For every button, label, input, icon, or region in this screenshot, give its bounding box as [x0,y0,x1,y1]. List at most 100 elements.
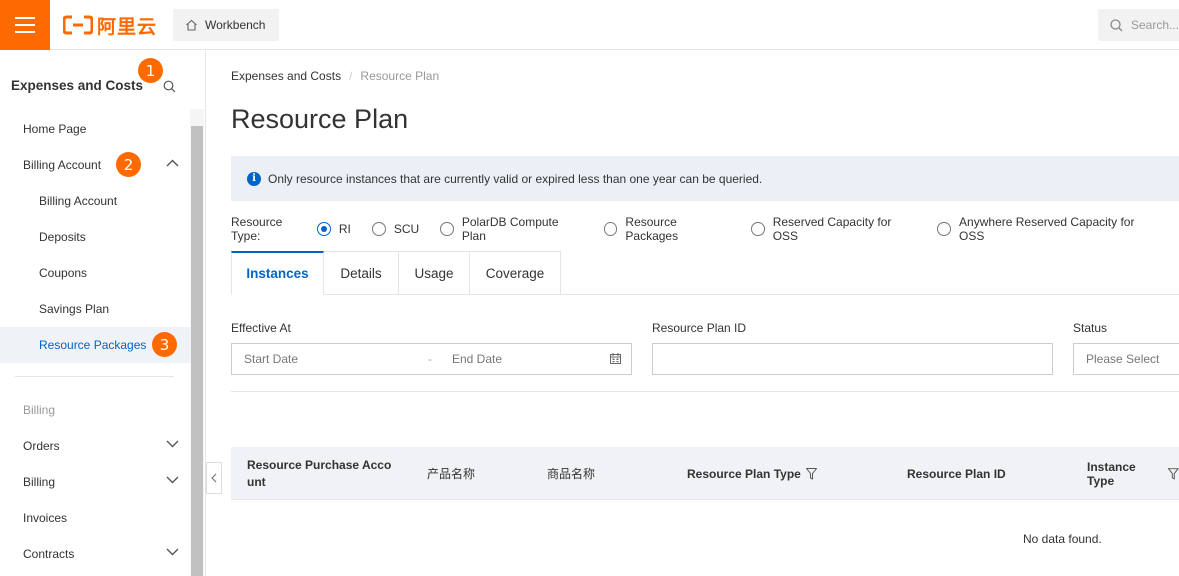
sidebar-section-label: Billing [23,403,56,417]
sidebar-item-contracts[interactable]: Contracts [0,536,190,572]
status-select[interactable]: Please Select [1073,343,1179,375]
sidebar-collapse-button[interactable] [206,462,222,494]
sidebar-item-label: Contracts [23,547,75,561]
radio-label: Anywhere Reserved Capacity for OSS [959,215,1135,243]
date-range-separator: - [428,352,432,366]
column-label: Resource Purchase Account [247,457,392,489]
sidebar-item-billing[interactable]: Billing [0,464,190,500]
column-resource-plan-id: Resource Plan ID [907,447,1006,500]
info-notice: i Only resource instances that are curre… [231,156,1179,201]
effective-at-label: Effective At [231,321,291,335]
radio-scu[interactable]: SCU [371,222,419,236]
end-date-placeholder: End Date [452,352,503,366]
sidebar-item-label: Coupons [39,266,88,280]
info-icon: i [247,171,261,186]
resource-type-label: Resource Type: [231,215,283,243]
table-header: Resource Purchase Account 产品名称 商品名称 Reso… [231,447,1179,500]
chevron-up-icon [166,159,179,167]
sidebar: Expenses and Costs Home Page Billing Acc… [0,51,206,576]
status-label: Status [1073,321,1108,335]
workbench-label: Workbench [205,18,266,32]
sidebar-title: Expenses and Costs [11,78,144,93]
effective-at-date-range[interactable]: Start Date - End Date [231,343,632,375]
empty-table-message: No data found. [1023,532,1102,546]
global-search-input[interactable]: Search... [1098,9,1179,41]
column-label: 产品名称 [427,467,476,481]
radio-reserved-capacity-oss[interactable]: Reserved Capacity for OSS [751,215,916,243]
tab-instances[interactable]: Instances [231,251,324,295]
filter-divider [231,391,1179,392]
radio-ri[interactable]: RI [316,222,351,236]
filter-icon[interactable] [1168,467,1179,480]
radio-checked-icon [316,222,331,236]
column-label: Resource Plan ID [907,466,1006,481]
column-label: Instance Type [1087,459,1136,488]
chevron-down-icon [166,440,179,448]
column-commodity-name: 商品名称 [547,447,595,500]
calendar-icon [610,353,621,364]
sidebar-item-savings-plan[interactable]: Savings Plan [0,291,190,327]
sidebar-item-label: Resource Packages [39,338,147,352]
chevron-left-icon [211,473,217,483]
sidebar-item-billing-account[interactable]: Billing Account [0,147,190,183]
sidebar-item-billing-account-sub[interactable]: Billing Account [0,183,190,219]
column-label: Resource Plan Type [687,466,801,481]
sidebar-item-coupons[interactable]: Coupons [0,255,190,291]
tab-usage[interactable]: Usage [399,251,470,295]
radio-label: Resource Packages [625,215,679,243]
start-date-placeholder: Start Date [244,352,299,366]
resource-type-selector: Resource Type: RI SCU PolarDB Compute Pl… [231,215,1179,243]
sidebar-item-deposits[interactable]: Deposits [0,219,190,255]
column-resource-plan-type: Resource Plan Type [687,447,817,500]
chevron-down-icon [166,476,179,484]
sidebar-item-label: Savings Plan [39,302,110,316]
hamburger-menu-icon[interactable] [0,0,50,50]
sidebar-scrollbar-thumb[interactable] [191,126,203,576]
tab-bar-divider [561,294,1179,295]
radio-label: Reserved Capacity for OSS [772,215,892,243]
sidebar-item-label: Invoices [23,511,68,525]
radio-resource-packages[interactable]: Resource Packages [603,215,730,243]
radio-label: PolarDB Compute Plan [461,215,559,243]
sidebar-section-billing: Billing [0,392,190,428]
filter-icon[interactable] [805,467,817,480]
radio-polardb-compute-plan[interactable]: PolarDB Compute Plan [440,215,583,243]
aliyun-logo-icon [63,15,93,35]
step-badge-3: 3 [152,332,177,357]
resource-plan-id-input[interactable] [652,343,1053,375]
search-placeholder: Search... [1131,18,1179,32]
radio-unchecked-icon [751,222,765,236]
radio-label: RI [338,222,351,236]
column-instance-type: Instance Type [1087,447,1179,500]
radio-unchecked-icon [371,222,386,236]
page-title: Resource Plan [231,104,409,134]
radio-anywhere-reserved-capacity-oss[interactable]: Anywhere Reserved Capacity for OSS [937,215,1158,243]
step-badge-1: 1 [138,58,163,83]
column-label: 商品名称 [547,467,596,481]
sidebar-divider [15,376,174,377]
chevron-down-icon [166,548,179,556]
sidebar-item-orders[interactable]: Orders [0,428,190,464]
breadcrumb-parent[interactable]: Expenses and Costs [231,69,341,83]
radio-unchecked-icon [603,222,618,236]
workbench-button[interactable]: Workbench [173,9,279,41]
sidebar-item-home[interactable]: Home Page [0,111,190,147]
resource-plan-id-label: Resource Plan ID [652,321,747,335]
sidebar-item-label: Orders [23,439,60,453]
breadcrumb-separator: / [349,69,353,83]
home-icon [186,19,197,31]
sidebar-search-icon[interactable] [163,80,176,93]
tab-details[interactable]: Details [324,251,399,295]
breadcrumb: Expenses and Costs / Resource Plan [231,69,439,83]
search-icon [1110,18,1123,31]
aliyun-logo[interactable]: 阿里云 [63,13,157,38]
tab-coverage[interactable]: Coverage [470,251,561,295]
status-placeholder: Please Select [1086,352,1160,366]
radio-unchecked-icon [937,222,952,236]
sidebar-item-label: Deposits [39,230,86,244]
breadcrumb-current: Resource Plan [360,69,440,83]
radio-unchecked-icon [440,222,454,236]
sidebar-item-label: Home Page [23,122,87,136]
step-badge-2: 2 [116,152,141,177]
sidebar-item-invoices[interactable]: Invoices [0,500,190,536]
